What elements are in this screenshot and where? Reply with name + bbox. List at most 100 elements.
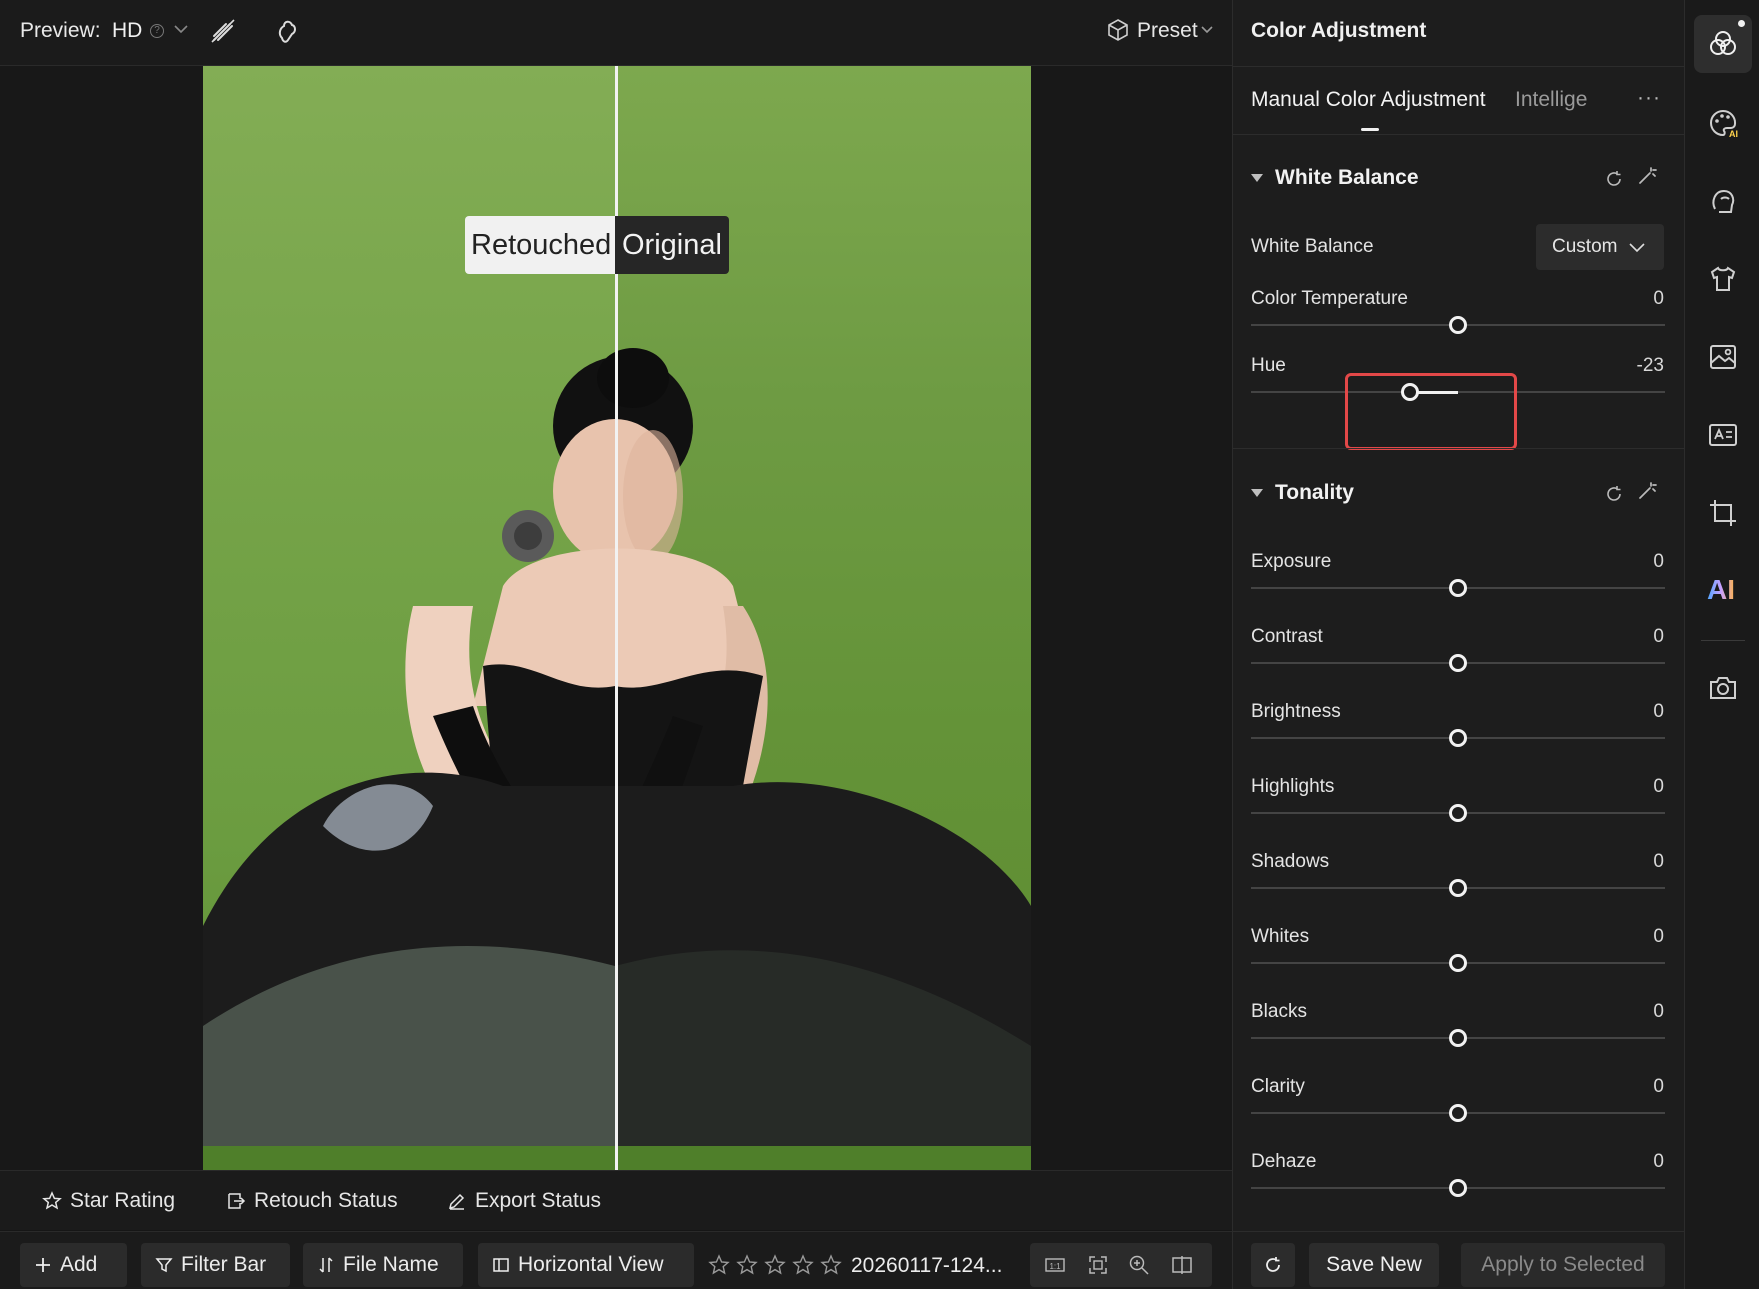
divider — [1233, 66, 1685, 67]
slider-label: Contrast — [1251, 626, 1323, 647]
split-view-icon — [493, 1258, 509, 1272]
filter-bar-button[interactable]: Filter Bar — [141, 1243, 290, 1287]
magic-wand-icon[interactable] — [1637, 166, 1657, 186]
color-circles-icon[interactable] — [1707, 28, 1739, 60]
add-button[interactable]: Add — [20, 1243, 127, 1287]
zoom-in-icon[interactable] — [1128, 1254, 1150, 1276]
color-adjustment-panel: Color Adjustment Manual Color Adjustment… — [1232, 0, 1685, 1289]
bottom-toolbar: Add Filter Bar File Name Horizontal View… — [0, 1231, 1232, 1289]
ai-tools-icon[interactable]: AI — [1707, 574, 1735, 606]
export-status-button[interactable]: Export Status — [447, 1189, 601, 1213]
star-icon[interactable] — [820, 1254, 842, 1276]
preview-quality-select[interactable]: HD — [112, 19, 142, 43]
status-strip: Star Rating Retouch Status Export Status — [0, 1170, 1232, 1230]
star-rating — [708, 1254, 842, 1276]
filter-icon — [155, 1258, 173, 1273]
slider-label: Highlights — [1251, 776, 1335, 797]
svg-text:AI: AI — [1729, 129, 1738, 139]
active-tab-indicator — [1361, 128, 1379, 131]
slider-handle[interactable] — [1449, 1104, 1467, 1122]
slider-handle[interactable] — [1449, 316, 1467, 334]
white-balance-label: White Balance — [1251, 236, 1374, 257]
star-icon[interactable] — [708, 1254, 730, 1276]
preset-button[interactable]: Preset — [1137, 19, 1198, 43]
slider-value[interactable]: 0 — [1653, 626, 1664, 648]
file-name-sort-button[interactable]: File Name — [303, 1243, 463, 1287]
star-icon[interactable] — [792, 1254, 814, 1276]
photo-preview[interactable]: Retouched Original — [203, 66, 1031, 1170]
white-balance-value: Custom — [1552, 236, 1618, 257]
face-retouch-icon[interactable] — [1707, 185, 1739, 217]
slider-handle[interactable] — [1449, 579, 1467, 597]
slider-value[interactable]: 0 — [1653, 1001, 1664, 1023]
slider-label: Hue — [1251, 355, 1286, 376]
slider-handle[interactable] — [1449, 1029, 1467, 1047]
chevron-down-icon[interactable] — [1201, 25, 1213, 35]
slider-value[interactable]: 0 — [1653, 701, 1664, 723]
slider-handle[interactable] — [1449, 654, 1467, 672]
file-name-label: File Name — [343, 1253, 439, 1276]
id-card-icon[interactable] — [1707, 419, 1739, 451]
reset-icon[interactable] — [1604, 484, 1624, 504]
reset-icon — [1266, 1257, 1280, 1272]
slider-value[interactable]: 0 — [1653, 1076, 1664, 1098]
chevron-down-icon — [1629, 243, 1646, 253]
retouch-status-button[interactable]: Retouch Status — [226, 1189, 398, 1213]
collapse-triangle-icon[interactable] — [1251, 174, 1263, 182]
reset-icon[interactable] — [1604, 169, 1624, 189]
crop-icon[interactable] — [1707, 497, 1739, 529]
camera-icon[interactable] — [1707, 672, 1739, 704]
retouch-status-label: Retouch Status — [254, 1189, 398, 1212]
star-icon — [42, 1191, 62, 1210]
slider-handle[interactable] — [1449, 879, 1467, 897]
slider-handle[interactable] — [1449, 729, 1467, 747]
palette-ai-icon[interactable]: AI — [1707, 107, 1739, 139]
slider-value[interactable]: 0 — [1653, 851, 1664, 873]
actual-size-icon[interactable]: 1:1 — [1044, 1254, 1066, 1276]
white-balance-section-header[interactable]: White Balance — [1251, 166, 1419, 190]
slider-handle[interactable] — [1449, 804, 1467, 822]
slider-value[interactable]: -23 — [1637, 355, 1664, 377]
svg-text:1:1: 1:1 — [1049, 1262, 1061, 1271]
slider-value[interactable]: 0 — [1653, 926, 1664, 948]
divider — [1701, 640, 1745, 641]
compare-view-icon[interactable] — [1171, 1254, 1193, 1276]
tab-intelligent[interactable]: Intellige — [1515, 88, 1587, 112]
retouched-label: Retouched — [465, 216, 618, 274]
image-adjust-icon[interactable] — [1707, 341, 1739, 373]
retouch-status-icon — [228, 1193, 246, 1209]
star-icon[interactable] — [736, 1254, 758, 1276]
panel-footer: Save New Apply to Selected — [1233, 1231, 1685, 1289]
clothing-icon[interactable] — [1707, 263, 1739, 295]
more-options-icon[interactable]: ··· — [1637, 86, 1661, 110]
chevron-down-icon[interactable] — [174, 24, 188, 34]
slider-value[interactable]: 0 — [1653, 776, 1664, 798]
cube-icon[interactable] — [1106, 18, 1130, 42]
slider-handle[interactable] — [1449, 1179, 1467, 1197]
slider-value[interactable]: 0 — [1653, 288, 1664, 310]
brush-compare-icon[interactable] — [208, 16, 238, 46]
white-balance-select[interactable]: Custom — [1536, 224, 1664, 270]
slider-value[interactable]: 0 — [1653, 551, 1664, 573]
help-icon[interactable]: ? — [150, 24, 164, 38]
horizontal-view-button[interactable]: Horizontal View — [478, 1243, 694, 1287]
slider-label: Exposure — [1251, 551, 1332, 572]
star-rating-button[interactable]: Star Rating — [42, 1189, 175, 1213]
magic-wand-icon[interactable] — [1637, 481, 1657, 501]
export-status-label: Export Status — [475, 1189, 602, 1212]
apply-to-selected-button[interactable]: Apply to Selected — [1461, 1243, 1665, 1287]
tonality-section-header[interactable]: Tonality — [1251, 481, 1354, 505]
panel-title: Color Adjustment — [1251, 19, 1427, 42]
save-new-button[interactable]: Save New — [1309, 1243, 1439, 1287]
notification-dot — [1738, 20, 1745, 27]
slider-handle[interactable] — [1449, 954, 1467, 972]
fit-screen-icon[interactable] — [1087, 1254, 1109, 1276]
star-icon[interactable] — [764, 1254, 786, 1276]
hand-gesture-icon[interactable] — [272, 16, 302, 46]
tab-manual-color-adjustment[interactable]: Manual Color Adjustment — [1251, 88, 1486, 112]
reset-all-button[interactable] — [1251, 1243, 1295, 1287]
slider-value[interactable]: 0 — [1653, 1151, 1664, 1173]
pencil-icon — [448, 1193, 465, 1210]
collapse-triangle-icon[interactable] — [1251, 489, 1263, 497]
horizontal-view-label: Horizontal View — [518, 1253, 664, 1276]
